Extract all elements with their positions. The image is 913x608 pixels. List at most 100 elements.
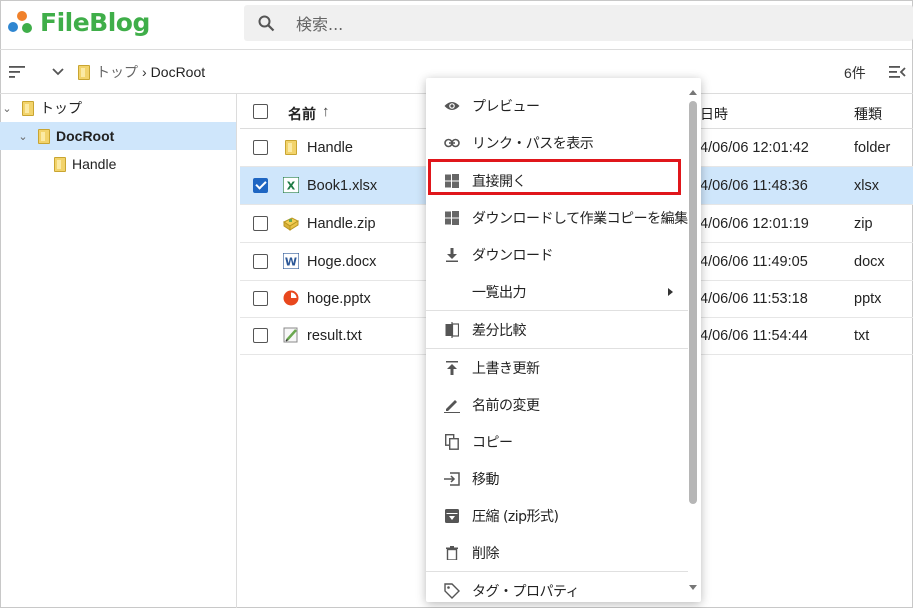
search-icon	[258, 15, 275, 32]
header-divider	[0, 49, 913, 50]
menu-scrollbar[interactable]	[689, 101, 697, 504]
search-bar[interactable]	[244, 5, 913, 41]
menu-item-compress-zip[interactable]: 圧縮 (zip形式)	[426, 497, 688, 534]
zip-icon	[283, 215, 300, 231]
file-type: zip	[854, 216, 873, 232]
upload-icon	[444, 360, 460, 376]
menu-item-label: 名前の変更	[472, 397, 540, 414]
breadcrumb-root[interactable]: トップ	[96, 62, 138, 82]
file-type: txt	[854, 328, 870, 344]
file-type: docx	[854, 254, 885, 270]
menu-item-delete[interactable]: 削除	[426, 534, 688, 571]
column-date[interactable]: 日時	[700, 104, 728, 124]
powerpoint-icon	[283, 290, 299, 306]
app-title: FileBlog	[40, 7, 150, 37]
chevron-down-icon[interactable]: ⌄	[0, 102, 14, 115]
row-checkbox[interactable]	[253, 291, 268, 306]
pencil-icon	[444, 397, 460, 413]
column-type[interactable]: 種類	[854, 104, 882, 124]
annotation-highlight-box	[428, 159, 681, 195]
menu-item-label: コピー	[472, 434, 513, 451]
item-count: 6件	[844, 65, 866, 81]
compare-icon	[444, 321, 460, 338]
file-type: pptx	[854, 291, 882, 307]
tree-item-label: トップ	[40, 100, 82, 116]
file-name[interactable]: Handle.zip	[307, 216, 376, 232]
copy-icon	[444, 433, 460, 450]
word-icon: W	[282, 252, 300, 270]
select-all-checkbox[interactable]	[253, 104, 268, 119]
context-menu: プレビュー リンク・パスを表示 直接開く ダウンロードして作業コピーを編集 ダウ…	[426, 78, 701, 602]
menu-item-label: リンク・パスを表示	[472, 135, 594, 152]
menu-item-label: 圧縮 (zip形式)	[472, 508, 559, 525]
tree-item-top[interactable]: ⌄ トップ	[0, 94, 236, 122]
svg-text:X: X	[287, 180, 296, 193]
menu-item-compare[interactable]: 差分比較	[426, 311, 688, 348]
eye-icon	[444, 98, 460, 114]
file-name[interactable]: Handle	[307, 140, 353, 156]
search-input[interactable]	[294, 11, 858, 37]
menu-item-export-list[interactable]: 一覧出力	[426, 273, 688, 310]
link-icon	[444, 135, 460, 151]
file-name[interactable]: Book1.xlsx	[307, 178, 377, 194]
menu-item-label: ダウンロードして作業コピーを編集	[472, 210, 688, 227]
sort-icon[interactable]	[9, 66, 25, 78]
menu-item-label: プレビュー	[472, 98, 540, 115]
menu-item-download-edit-copy[interactable]: ダウンロードして作業コピーを編集	[426, 199, 688, 236]
text-file-icon	[283, 327, 299, 343]
file-name[interactable]: Hoge.docx	[307, 254, 376, 270]
svg-text:W: W	[285, 256, 297, 269]
scroll-down-arrow-icon[interactable]	[689, 585, 697, 590]
menu-item-label: ダウンロード	[472, 247, 554, 264]
row-checkbox[interactable]	[253, 178, 268, 193]
archive-icon	[444, 508, 460, 524]
file-date: 4/06/06 11:48:36	[700, 178, 808, 194]
row-checkbox[interactable]	[253, 328, 268, 343]
download-icon	[444, 247, 460, 263]
menu-item-tags-properties[interactable]: タグ・プロパティ	[426, 572, 688, 602]
folder-tree: ⌄ トップ ⌄ DocRoot Handle	[0, 94, 237, 608]
excel-icon: X	[282, 176, 300, 194]
column-name[interactable]: 名前	[288, 104, 316, 124]
row-checkbox[interactable]	[253, 254, 268, 269]
menu-item-copy[interactable]: コピー	[426, 423, 688, 460]
file-name[interactable]: hoge.pptx	[307, 291, 371, 307]
file-type: xlsx	[854, 178, 879, 194]
menu-item-show-link[interactable]: リンク・パスを表示	[426, 124, 688, 161]
windows-icon	[444, 210, 460, 226]
tree-item-label: Handle	[72, 156, 117, 172]
tag-icon	[444, 582, 460, 599]
row-checkbox[interactable]	[253, 216, 268, 231]
file-date: 4/06/06 12:01:42	[700, 140, 809, 156]
menu-item-label: 上書き更新	[472, 360, 540, 377]
detail-panel-icon[interactable]	[889, 66, 906, 78]
menu-item-preview[interactable]: プレビュー	[426, 87, 688, 124]
folder-icon	[78, 64, 90, 80]
logo-mark-icon	[4, 7, 36, 37]
scroll-up-arrow-icon[interactable]	[689, 90, 697, 95]
sort-ascending-icon[interactable]: ↑	[322, 103, 330, 120]
menu-item-move[interactable]: 移動	[426, 460, 688, 497]
row-checkbox[interactable]	[253, 140, 268, 155]
menu-item-download[interactable]: ダウンロード	[426, 236, 688, 273]
file-date: 4/06/06 12:01:19	[700, 216, 809, 232]
chevron-down-icon[interactable]	[52, 68, 64, 76]
file-date: 4/06/06 11:49:05	[700, 254, 808, 270]
app-logo[interactable]: FileBlog	[4, 6, 150, 38]
move-icon	[444, 471, 460, 487]
menu-item-rename[interactable]: 名前の変更	[426, 386, 688, 423]
folder-icon	[38, 128, 50, 144]
file-name[interactable]: result.txt	[307, 328, 362, 344]
breadcrumb-current[interactable]: DocRoot	[151, 64, 205, 80]
chevron-down-icon[interactable]: ⌄	[16, 130, 30, 143]
folder-icon	[54, 156, 66, 172]
menu-item-label: 一覧出力	[472, 284, 527, 301]
file-date: 4/06/06 11:54:44	[700, 328, 808, 344]
breadcrumb: トップ › DocRoot	[78, 62, 205, 82]
menu-item-overwrite-update[interactable]: 上書き更新	[426, 349, 688, 386]
folder-icon	[22, 100, 34, 116]
tree-item-docroot[interactable]: ⌄ DocRoot	[0, 122, 236, 150]
tree-item-handle[interactable]: Handle	[0, 150, 236, 178]
submenu-arrow-icon	[668, 287, 673, 296]
folder-icon	[285, 140, 297, 155]
